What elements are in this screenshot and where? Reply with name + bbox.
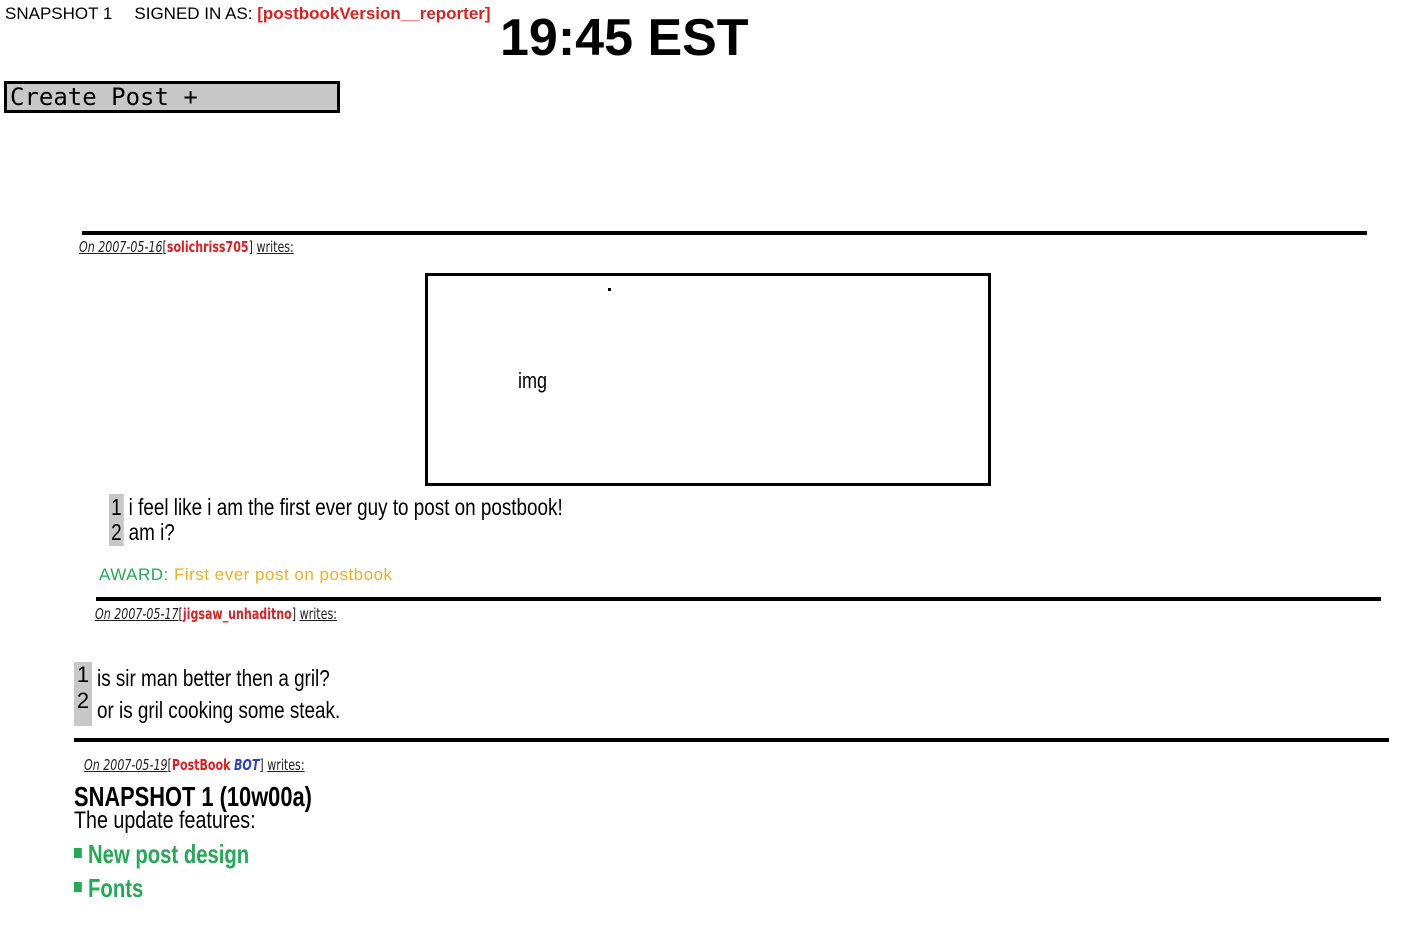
- image-dot: [608, 288, 611, 291]
- post-date[interactable]: On 2007-05-19: [84, 756, 168, 774]
- post-date[interactable]: On 2007-05-17: [95, 605, 179, 623]
- post-writes: writes:: [299, 605, 337, 623]
- line-text: or is gril cooking some steak.: [97, 697, 341, 723]
- line-number: 2: [76, 688, 90, 713]
- create-post-button[interactable]: Create Post +: [4, 81, 340, 113]
- bot-badge: BOT: [233, 756, 260, 774]
- line-text: am i?: [128, 519, 175, 545]
- snapshot-label: SNAPSHOT 1: [5, 4, 113, 23]
- line-text: i feel like i am the first ever guy to p…: [128, 494, 563, 520]
- top-status-bar: SNAPSHOT 1 SIGNED IN AS: [postbookVersion…: [5, 4, 491, 24]
- bullet-icon: [74, 882, 82, 893]
- signed-in-prefix: SIGNED IN AS:: [134, 4, 253, 23]
- post-image[interactable]: img: [425, 273, 991, 486]
- post-date[interactable]: On 2007-05-16: [79, 238, 163, 256]
- line-number: 1: [109, 494, 124, 521]
- post-meta: On 2007-05-19[PostBook BOT] writes:: [84, 756, 305, 774]
- post-line: is sir man better then a gril?: [97, 665, 330, 692]
- feature-text: Fonts: [88, 873, 144, 903]
- feature-item: Fonts: [74, 873, 143, 904]
- image-placeholder-label: img: [518, 368, 548, 393]
- post-line: 2 am i?: [109, 519, 175, 546]
- post-divider: [96, 597, 1381, 601]
- post-author[interactable]: PostBook: [172, 756, 231, 774]
- bracket: ]: [248, 238, 253, 256]
- line-number: 1: [76, 662, 90, 687]
- line-text: is sir man better then a gril?: [97, 665, 330, 691]
- post-writes: writes:: [267, 756, 305, 774]
- feature-text: New post design: [88, 839, 250, 869]
- line-number-column: 1 2: [74, 662, 92, 726]
- post-writes: writes:: [256, 238, 294, 256]
- update-subtitle: The update features:: [74, 807, 256, 834]
- post-divider: [82, 231, 1367, 235]
- bracket: ]: [259, 756, 264, 774]
- bullet-icon: [74, 848, 82, 859]
- post-line: or is gril cooking some steak.: [97, 697, 340, 724]
- postbook-page: SNAPSHOT 1 SIGNED IN AS: [postbookVersion…: [0, 0, 1418, 927]
- post-award: AWARD: First ever post on postbook: [99, 565, 393, 585]
- post-meta: On 2007-05-17[jigsaw_unhaditno] writes:: [95, 605, 337, 623]
- feature-item: New post design: [74, 839, 249, 870]
- post-divider: [74, 738, 1389, 742]
- post-author[interactable]: solichriss705: [167, 238, 249, 256]
- line-number: 2: [109, 519, 124, 546]
- post-author[interactable]: jigsaw_unhaditno: [183, 605, 292, 623]
- signed-in-username[interactable]: [postbookVersion__reporter]: [257, 4, 490, 23]
- clock: 19:45 EST: [500, 9, 749, 67]
- award-label: AWARD:: [99, 565, 169, 584]
- award-value: First ever post on postbook: [173, 565, 393, 584]
- post-line: 1i feel like i am the first ever guy to …: [109, 494, 563, 521]
- post-meta: On 2007-05-16[solichriss705] writes:: [79, 238, 294, 256]
- bracket: ]: [291, 605, 297, 623]
